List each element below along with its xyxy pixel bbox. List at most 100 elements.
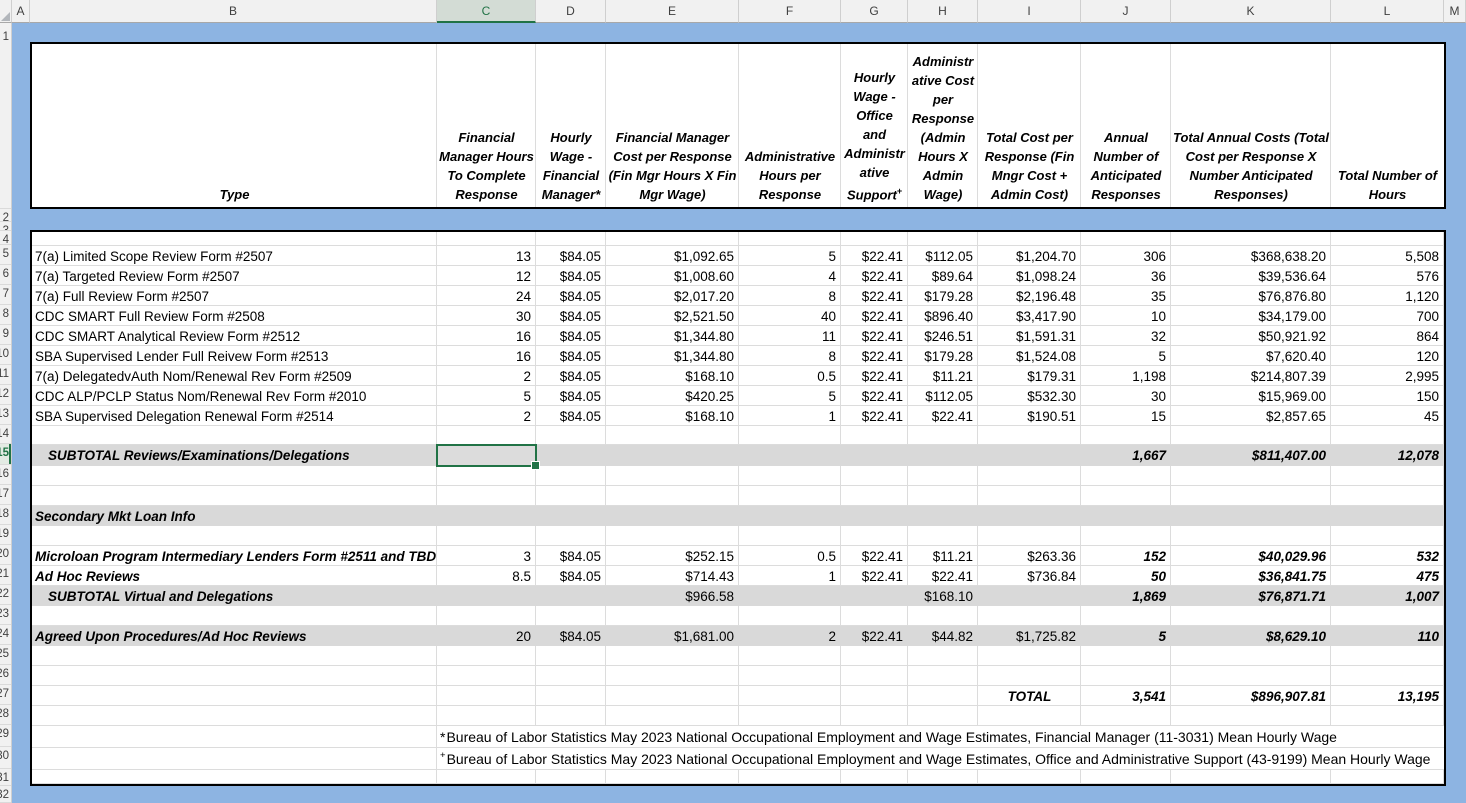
cell[interactable]: 24 xyxy=(437,286,536,306)
cell[interactable] xyxy=(739,646,841,666)
column-header-A[interactable]: A xyxy=(12,0,30,23)
cell[interactable]: $896,907.81 xyxy=(1171,686,1331,706)
cell[interactable]: 36 xyxy=(1081,266,1171,286)
cell[interactable]: 0.5 xyxy=(739,546,841,566)
cell[interactable]: 5 xyxy=(1081,346,1171,366)
row-header-20[interactable]: 20 xyxy=(0,545,11,565)
cell[interactable]: $15,969.00 xyxy=(1171,386,1331,406)
cell[interactable] xyxy=(32,770,437,784)
cell[interactable] xyxy=(32,686,437,706)
row-header-7[interactable]: 7 xyxy=(0,285,11,305)
row-header-14[interactable]: 14 xyxy=(0,425,11,444)
row-label-cell[interactable]: 7(a) DelegatedvAuth Nom/Renewal Rev Form… xyxy=(32,366,437,386)
cell[interactable]: 700 xyxy=(1331,306,1444,326)
cell[interactable] xyxy=(437,526,536,546)
cell[interactable]: $2,521.50 xyxy=(606,306,739,326)
header-cell-e[interactable]: Financial Manager Cost per Response (Fin… xyxy=(606,44,739,207)
cell[interactable] xyxy=(908,606,978,626)
cell[interactable] xyxy=(536,466,606,486)
cell[interactable]: $22.41 xyxy=(908,406,978,426)
cell[interactable]: $22.41 xyxy=(841,346,908,366)
cell[interactable] xyxy=(1331,526,1444,546)
cell[interactable]: $22.41 xyxy=(841,386,908,406)
cell[interactable] xyxy=(1171,232,1331,246)
cell[interactable]: 2 xyxy=(437,366,536,386)
cell[interactable] xyxy=(841,606,908,626)
cell[interactable]: $84.05 xyxy=(536,246,606,266)
cell[interactable] xyxy=(1081,706,1171,726)
cell[interactable]: $11.21 xyxy=(908,366,978,386)
footnote-lead-cell[interactable] xyxy=(32,748,437,770)
cell[interactable]: $22.41 xyxy=(841,366,908,386)
cell[interactable] xyxy=(437,466,536,486)
cell[interactable]: 2 xyxy=(437,406,536,426)
column-header-M[interactable]: M xyxy=(1444,0,1466,23)
cell[interactable] xyxy=(437,706,536,726)
cell[interactable] xyxy=(978,586,1081,606)
cell[interactable]: 16 xyxy=(437,346,536,366)
row-header-31[interactable]: 31 xyxy=(0,769,11,786)
cell[interactable]: 13,195 xyxy=(1331,686,1444,706)
row-header-2[interactable]: 2 xyxy=(0,209,11,222)
cell[interactable]: $40,029.96 xyxy=(1171,546,1331,566)
row-label-cell[interactable]: SBA Supervised Delegation Renewal Form #… xyxy=(32,406,437,426)
cell[interactable]: $1,344.80 xyxy=(606,346,739,366)
cell[interactable] xyxy=(536,586,606,606)
column-header-C[interactable]: C xyxy=(437,0,536,23)
row-header-24[interactable]: 24 xyxy=(0,625,11,645)
column-header-I[interactable]: I xyxy=(978,0,1081,23)
cell[interactable]: 13 xyxy=(437,246,536,266)
cell[interactable]: 1,198 xyxy=(1081,366,1171,386)
cell[interactable]: 576 xyxy=(1331,266,1444,286)
cell[interactable]: $22.41 xyxy=(908,566,978,586)
row-header-8[interactable]: 8 xyxy=(0,305,11,325)
cell[interactable] xyxy=(908,686,978,706)
cell[interactable] xyxy=(978,232,1081,246)
cell[interactable] xyxy=(908,526,978,546)
cell[interactable]: 5,508 xyxy=(1331,246,1444,266)
cell[interactable]: $1,344.80 xyxy=(606,326,739,346)
footnote-lead-cell[interactable] xyxy=(32,726,437,748)
cell[interactable]: $22.41 xyxy=(841,406,908,426)
cell[interactable]: 1,007 xyxy=(1331,586,1444,606)
row-label-cell[interactable]: 7(a) Full Review Form #2507 xyxy=(32,286,437,306)
cell[interactable] xyxy=(437,426,536,445)
row-label-cell[interactable]: 7(a) Limited Scope Review Form #2507 xyxy=(32,246,437,266)
row-label-cell[interactable]: CDC SMART Analytical Review Form #2512 xyxy=(32,326,437,346)
cell[interactable] xyxy=(437,586,536,606)
row-label-cell[interactable]: CDC SMART Full Review Form #2508 xyxy=(32,306,437,326)
column-header-B[interactable]: B xyxy=(30,0,437,23)
cell[interactable] xyxy=(1081,486,1171,506)
cell[interactable] xyxy=(536,606,606,626)
cell[interactable] xyxy=(739,606,841,626)
cell[interactable]: $3,417.90 xyxy=(978,306,1081,326)
cell[interactable]: 35 xyxy=(1081,286,1171,306)
row-label-cell[interactable]: Microloan Program Intermediary Lenders F… xyxy=(32,546,437,566)
row-header-17[interactable]: 17 xyxy=(0,485,11,505)
cell[interactable]: 32 xyxy=(1081,326,1171,346)
cell[interactable] xyxy=(1081,426,1171,445)
cell[interactable] xyxy=(1331,606,1444,626)
cell[interactable]: 110 xyxy=(1331,626,1444,646)
cell[interactable]: $34,179.00 xyxy=(1171,306,1331,326)
row-header-12[interactable]: 12 xyxy=(0,385,11,405)
row-header-18[interactable]: 18 xyxy=(0,505,11,525)
cell[interactable] xyxy=(32,232,437,246)
cell[interactable]: 8.5 xyxy=(437,566,536,586)
header-cell-k[interactable]: Total Annual Costs (Total Cost per Respo… xyxy=(1171,44,1331,207)
cell[interactable] xyxy=(841,526,908,546)
cell[interactable] xyxy=(606,770,739,784)
cell[interactable]: $22.41 xyxy=(841,566,908,586)
cell[interactable] xyxy=(908,486,978,506)
cell[interactable] xyxy=(32,606,437,626)
cell[interactable] xyxy=(32,526,437,546)
cell[interactable]: 475 xyxy=(1331,566,1444,586)
cell[interactable]: $8,629.10 xyxy=(1171,626,1331,646)
cell[interactable]: $112.05 xyxy=(908,246,978,266)
cell[interactable] xyxy=(1331,646,1444,666)
cell[interactable] xyxy=(437,232,536,246)
cell[interactable]: $22.41 xyxy=(841,266,908,286)
cell[interactable] xyxy=(1081,232,1171,246)
cell[interactable]: 8 xyxy=(739,286,841,306)
cell[interactable] xyxy=(908,646,978,666)
